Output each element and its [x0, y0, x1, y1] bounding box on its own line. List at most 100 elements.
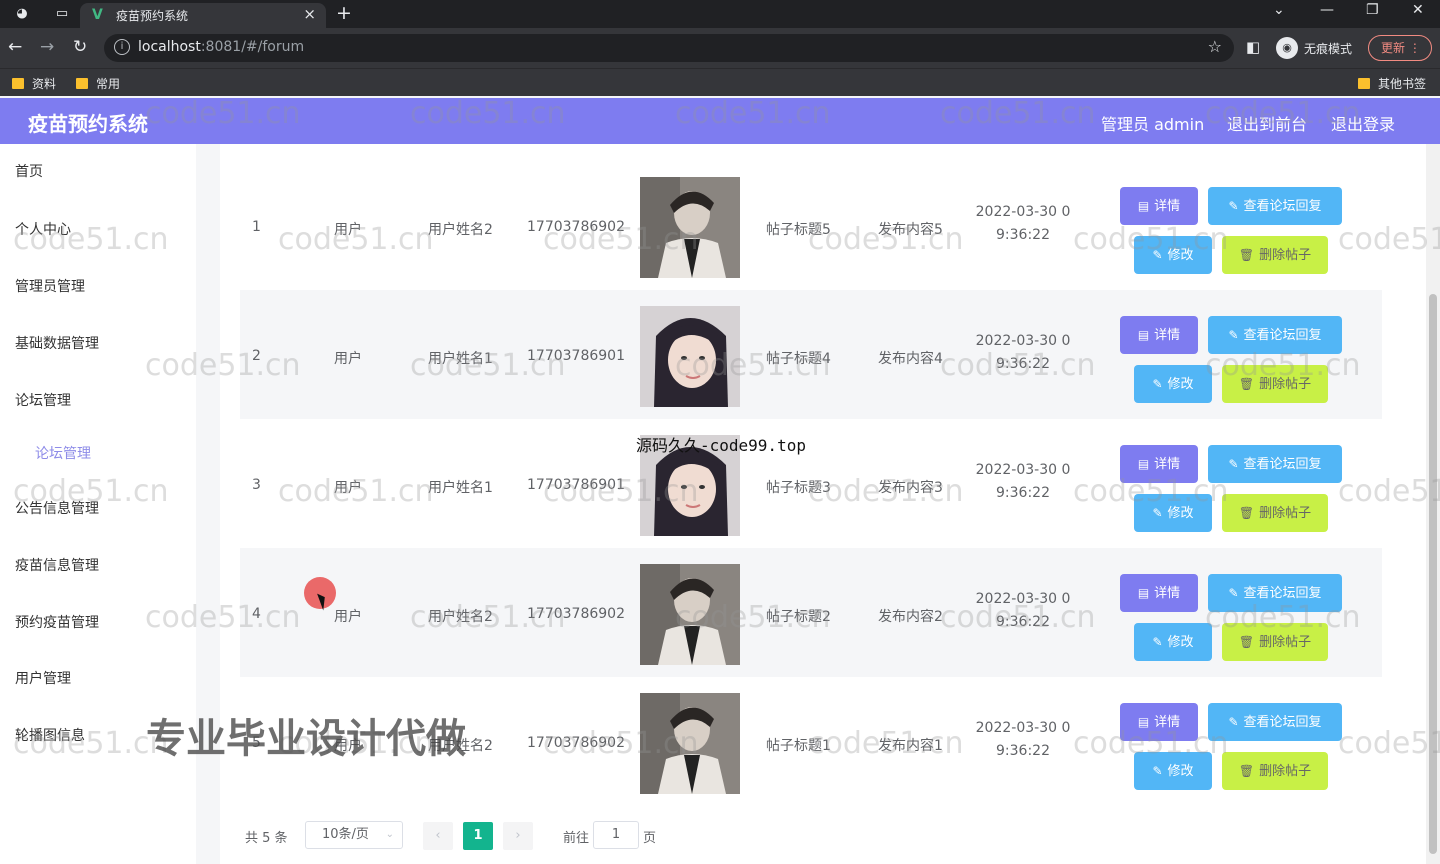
delete-post-button[interactable]: 🗑 删除帖子: [1222, 752, 1328, 790]
sidebar-item-vaccines[interactable]: 疫苗信息管理: [15, 555, 99, 575]
bookmarks-bar: 资料 常用 其他书签: [0, 68, 1440, 96]
sidebar-item-base-data[interactable]: 基础数据管理: [15, 333, 99, 353]
sidebar-item-home[interactable]: 首页: [15, 161, 43, 181]
logout-link[interactable]: 退出登录: [1331, 111, 1395, 135]
page-number-current[interactable]: 1: [463, 822, 493, 850]
row-time: 2022-03-30 0 9:36:22: [970, 717, 1076, 763]
row-role: 用户: [334, 351, 362, 367]
update-button[interactable]: 更新 ⋮: [1368, 35, 1432, 61]
sidebar-item-notices[interactable]: 公告信息管理: [15, 498, 99, 518]
detail-button[interactable]: ▤ 详情: [1120, 316, 1198, 354]
row-time: 2022-03-30 0 9:36:22: [970, 330, 1076, 376]
sidebar-toggle-icon[interactable]: ◧: [1246, 38, 1260, 56]
url-host: localhost: [138, 39, 201, 55]
delete-post-button[interactable]: 🗑 删除帖子: [1222, 494, 1328, 532]
edit-button[interactable]: ✎ 修改: [1134, 365, 1212, 403]
other-bookmarks-label: 其他书签: [1378, 77, 1427, 91]
sidebar-subitem-forum[interactable]: 论坛管理: [35, 443, 91, 463]
edit-button[interactable]: ✎ 修改: [1134, 623, 1212, 661]
minimize-icon[interactable]: —: [1320, 2, 1334, 18]
forward-icon[interactable]: →: [40, 37, 54, 57]
row-name: 用户姓名2: [428, 222, 493, 238]
detail-button[interactable]: ▤ 详情: [1120, 574, 1198, 612]
back-icon[interactable]: ←: [8, 37, 22, 57]
row-post-title: 帖子标题4: [766, 351, 831, 367]
detail-button[interactable]: ▤ 详情: [1120, 187, 1198, 225]
goto-label: 前往: [563, 831, 590, 846]
incognito-icon[interactable]: ◉: [1276, 37, 1298, 59]
new-tab-icon[interactable]: +: [336, 2, 352, 24]
prev-page-button[interactable]: ‹: [423, 822, 453, 850]
view-replies-button[interactable]: ✎ 查看论坛回复: [1208, 445, 1342, 483]
view-replies-button[interactable]: ✎ 查看论坛回复: [1208, 187, 1342, 225]
chevron-down-icon: ⌄: [385, 829, 394, 840]
delete-post-button[interactable]: 🗑 删除帖子: [1222, 236, 1328, 274]
row-name: 用户姓名2: [428, 609, 493, 625]
sidebar-item-appointments[interactable]: 预约疫苗管理: [15, 612, 99, 632]
sidebar-item-carousel[interactable]: 轮播图信息: [15, 725, 85, 745]
edit-button[interactable]: ✎ 修改: [1134, 494, 1212, 532]
trash-icon: 🗑: [1238, 764, 1255, 778]
bookmark-star-icon[interactable]: ☆: [1208, 37, 1222, 56]
time-clock: 9:36:22: [996, 485, 1050, 501]
time-date: 2022-03-30 0: [975, 462, 1071, 478]
bookmark-folder-2[interactable]: 常用: [76, 75, 120, 92]
view-replies-button[interactable]: ✎ 查看论坛回复: [1208, 316, 1342, 354]
table-row: 2 用户 用户姓名1 17703786901 帖子标题4 发布内容4 2022-…: [240, 290, 1382, 419]
view-replies-button[interactable]: ✎ 查看论坛回复: [1208, 574, 1342, 612]
tab-search-icon[interactable]: ▭: [52, 4, 72, 24]
pencil-icon: ✎: [1228, 328, 1239, 342]
delete-post-button[interactable]: 🗑 删除帖子: [1222, 623, 1328, 661]
bookmark-folder-1[interactable]: 资料: [12, 75, 56, 92]
folder-icon: [12, 78, 24, 89]
page-size-select[interactable]: 10条/页 ⌄: [305, 821, 403, 849]
delete-post-button[interactable]: 🗑 删除帖子: [1222, 365, 1328, 403]
source-watermark: 源码久久-code99.top: [636, 436, 806, 455]
site-info-icon[interactable]: i: [114, 39, 130, 55]
row-phone: 17703786901: [527, 477, 625, 493]
tab-close-icon[interactable]: ×: [303, 5, 316, 23]
row-post-title: 帖子标题1: [766, 738, 831, 754]
folder-icon: [1358, 78, 1370, 89]
row-content: 发布内容1: [878, 738, 943, 754]
table-row: 3 用户 用户姓名1 17703786901 帖子标题3 发布内容3 2022-…: [240, 419, 1382, 548]
scrollbar-thumb[interactable]: [1429, 294, 1437, 854]
row-content: 发布内容5: [878, 222, 943, 238]
other-bookmarks[interactable]: 其他书签: [1358, 75, 1426, 92]
row-index: 2: [252, 348, 261, 364]
row-content: 发布内容2: [878, 609, 943, 625]
trash-icon: 🗑: [1238, 635, 1255, 649]
sidebar-item-profile[interactable]: 个人中心: [15, 219, 71, 239]
document-icon: ▤: [1137, 715, 1150, 729]
reload-icon[interactable]: ↻: [73, 37, 87, 57]
page-scrollbar[interactable]: [1426, 144, 1440, 864]
restore-icon[interactable]: ❐: [1366, 2, 1379, 18]
edit-button[interactable]: ✎ 修改: [1134, 752, 1212, 790]
time-date: 2022-03-30 0: [975, 591, 1071, 607]
view-replies-button[interactable]: ✎ 查看论坛回复: [1208, 703, 1342, 741]
bookmark-label: 常用: [96, 77, 121, 91]
edit-button[interactable]: ✎ 修改: [1134, 236, 1212, 274]
goto-page-input[interactable]: 1: [593, 821, 639, 849]
exit-to-front-link[interactable]: 退出到前台: [1227, 111, 1307, 135]
window-close-icon[interactable]: ✕: [1412, 2, 1424, 18]
detail-button[interactable]: ▤ 详情: [1120, 703, 1198, 741]
sidebar-item-forum[interactable]: 论坛管理: [15, 390, 71, 410]
browser-menu-icon[interactable]: ◕: [12, 4, 32, 24]
table-row: 1 用户 用户姓名2 17703786902 帖子标题5 发布内容5 2022-…: [240, 161, 1382, 290]
url-input[interactable]: i localhost:8081/#/forum ☆: [104, 34, 1234, 62]
sidebar-item-users[interactable]: 用户管理: [15, 668, 71, 688]
time-clock: 9:36:22: [996, 356, 1050, 372]
pencil-icon: ✎: [1228, 199, 1239, 213]
tab-list-chevron-icon[interactable]: ⌄: [1273, 2, 1285, 18]
next-page-button[interactable]: ›: [503, 822, 533, 850]
row-index: 4: [252, 606, 261, 622]
pencil-icon: ✎: [1152, 764, 1163, 778]
row-time: 2022-03-30 0 9:36:22: [970, 459, 1076, 505]
time-clock: 9:36:22: [996, 227, 1050, 243]
row-phone: 17703786902: [527, 606, 625, 622]
browser-tab[interactable]: V 疫苗预约系统 ×: [80, 3, 326, 28]
sidebar-item-admins[interactable]: 管理员管理: [15, 276, 85, 296]
vue-favicon-icon: V: [92, 7, 103, 23]
detail-button[interactable]: ▤ 详情: [1120, 445, 1198, 483]
